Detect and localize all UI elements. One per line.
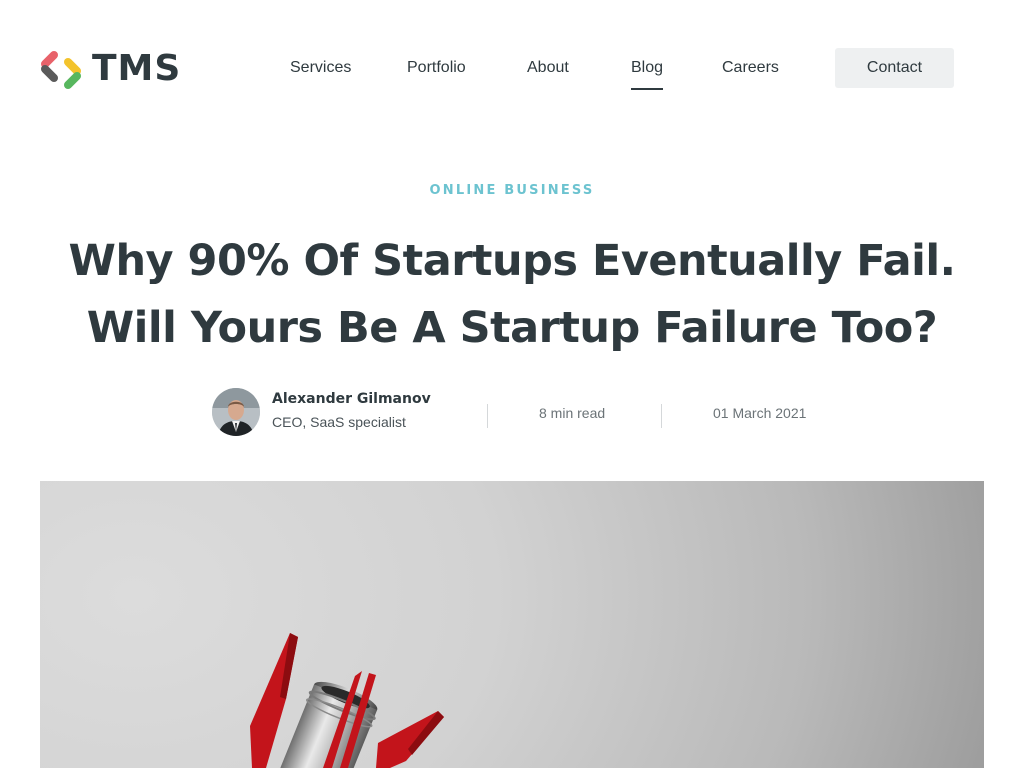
author-role: CEO, SaaS specialist [272, 414, 406, 430]
meta-divider [661, 404, 662, 428]
nav-services[interactable]: Services [290, 58, 351, 78]
site-header: TMS Services Portfolio About Blog Career… [0, 0, 1024, 140]
nav-portfolio[interactable]: Portfolio [407, 58, 466, 78]
nav-about[interactable]: About [527, 58, 569, 78]
nav-careers[interactable]: Careers [722, 58, 779, 78]
publish-date: 01 March 2021 [713, 405, 807, 421]
logo-text: TMS [92, 48, 182, 89]
nav-blog[interactable]: Blog [631, 58, 664, 90]
author-avatar [212, 388, 260, 436]
author-name[interactable]: Alexander Gilmanov [272, 391, 431, 407]
hero-image [40, 481, 984, 768]
article-category[interactable]: ONLINE BUSINESS [0, 183, 1024, 198]
logo[interactable]: TMS [40, 48, 181, 90]
rocket-image [250, 633, 444, 768]
article-title: Why 90% Of Startups Eventually Fail. Wil… [68, 236, 956, 353]
article-meta: Alexander Gilmanov CEO, SaaS specialist … [0, 386, 1024, 438]
meta-divider [487, 404, 488, 428]
read-time: 8 min read [539, 405, 606, 421]
contact-button[interactable]: Contact [835, 48, 954, 88]
logo-mark-icon [41, 51, 81, 89]
